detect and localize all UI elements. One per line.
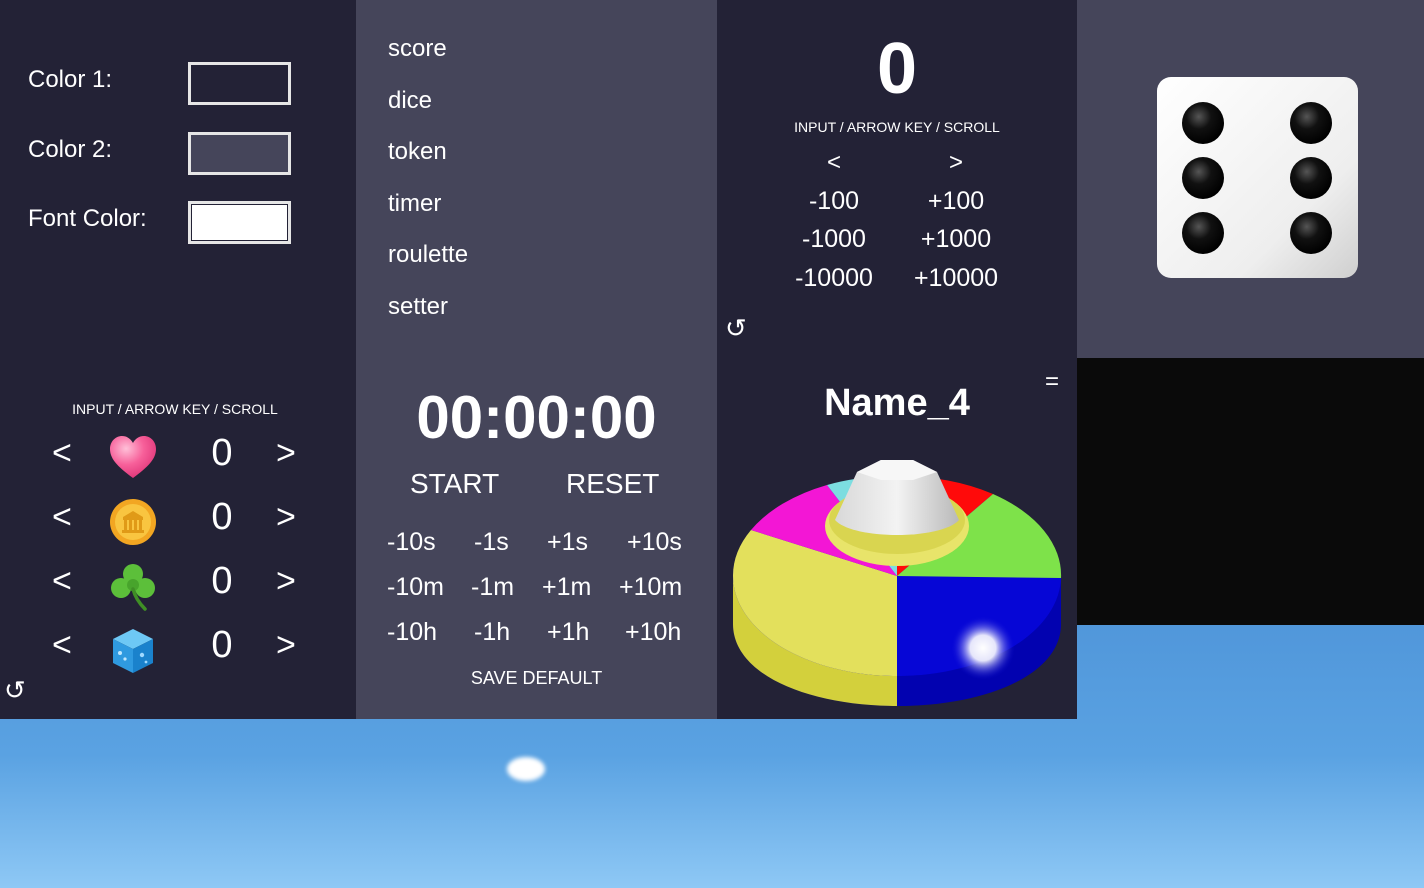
coin-icon[interactable]	[108, 497, 158, 547]
color1-label: Color 1:	[28, 66, 113, 93]
empty-black-panel	[1077, 358, 1424, 625]
cloud	[507, 757, 545, 781]
score-minus-100-button[interactable]: -100	[779, 187, 889, 216]
timer-adjust-button[interactable]: -1m	[471, 573, 514, 602]
timer-adjust-button[interactable]: +1s	[547, 528, 588, 557]
token-next-button[interactable]: >	[276, 626, 296, 665]
dice-panel	[1077, 0, 1424, 358]
roulette-panel: Name_4 =	[717, 358, 1077, 719]
token-reset-icon[interactable]: ↺	[4, 675, 26, 706]
timer-adjust-button[interactable]: +10m	[619, 573, 682, 602]
timer-start-button[interactable]: START	[410, 468, 499, 500]
timer-adjust-button[interactable]: -10s	[387, 528, 436, 557]
menu-item-roulette[interactable]: roulette	[388, 241, 468, 269]
score-panel: 0 INPUT / ARROW KEY / SCROLL < > -100 +1…	[717, 0, 1077, 358]
font-color-label: Font Color:	[28, 205, 147, 232]
token-prev-button[interactable]: <	[52, 434, 72, 473]
roulette-wheel[interactable]	[731, 454, 1063, 710]
score-plus-10000-button[interactable]: +10000	[901, 264, 1011, 293]
menu-item-timer[interactable]: timer	[388, 190, 441, 218]
timer-adjust-button[interactable]: +1m	[542, 573, 591, 602]
token-value[interactable]: 0	[205, 496, 239, 539]
token-prev-button[interactable]: <	[52, 626, 72, 665]
token-hint: INPUT / ARROW KEY / SCROLL	[72, 401, 278, 417]
token-next-button[interactable]: >	[276, 562, 296, 601]
timer-display[interactable]: 00:00:00	[356, 383, 717, 452]
timer-adjust-button[interactable]: +1h	[547, 618, 589, 647]
timer-adjust-button[interactable]: +10h	[625, 618, 681, 647]
token-next-button[interactable]: >	[276, 434, 296, 473]
timer-adjust-button[interactable]: -1h	[474, 618, 510, 647]
color-token-panel: Color 1: Color 2: Font Color: INPUT / AR…	[0, 0, 356, 719]
token-prev-button[interactable]: <	[52, 498, 72, 537]
color2-swatch[interactable]	[188, 132, 291, 175]
color1-swatch[interactable]	[188, 62, 291, 105]
menu-timer-panel: score dice token timer roulette setter 0…	[356, 0, 717, 719]
timer-adjust-button[interactable]: +10s	[627, 528, 682, 557]
token-value[interactable]: 0	[205, 560, 239, 603]
font-color-swatch[interactable]	[188, 201, 291, 244]
menu-item-token[interactable]: token	[388, 138, 447, 166]
timer-reset-button[interactable]: RESET	[566, 468, 659, 500]
token-value[interactable]: 0	[205, 624, 239, 667]
token-row: < 0 >	[0, 492, 356, 552]
score-plus-1000-button[interactable]: +1000	[901, 225, 1011, 254]
score-minus-1000-button[interactable]: -1000	[779, 225, 889, 254]
timer-adjust-button[interactable]: -10h	[387, 618, 437, 647]
score-value[interactable]: 0	[717, 28, 1077, 110]
menu-item-dice[interactable]: dice	[388, 87, 432, 115]
roulette-name[interactable]: Name_4	[717, 382, 1077, 425]
token-prev-button[interactable]: <	[52, 562, 72, 601]
token-next-button[interactable]: >	[276, 498, 296, 537]
token-row: < 0 >	[0, 428, 356, 488]
menu-item-score[interactable]: score	[388, 35, 447, 63]
score-next-button[interactable]: >	[936, 149, 976, 177]
score-reset-icon[interactable]: ↺	[725, 313, 747, 344]
timer-adjust-button[interactable]: -1s	[474, 528, 509, 557]
heart-icon[interactable]	[108, 433, 158, 483]
score-hint: INPUT / ARROW KEY / SCROLL	[794, 119, 1000, 135]
score-minus-10000-button[interactable]: -10000	[779, 264, 889, 293]
save-default-button[interactable]: SAVE DEFAULT	[356, 668, 717, 689]
dice-icon[interactable]	[1155, 75, 1360, 280]
clover-icon[interactable]	[108, 561, 158, 611]
roulette-menu-icon[interactable]: =	[1045, 368, 1059, 396]
token-value[interactable]: 0	[205, 432, 239, 475]
token-row: < 0 >	[0, 556, 356, 616]
timer-adjust-button[interactable]: -10m	[387, 573, 444, 602]
score-plus-100-button[interactable]: +100	[901, 187, 1011, 216]
score-prev-button[interactable]: <	[814, 149, 854, 177]
token-row: < 0 >	[0, 620, 356, 680]
color2-label: Color 2:	[28, 136, 113, 163]
menu-item-setter[interactable]: setter	[388, 293, 448, 321]
ice-cube-icon[interactable]	[108, 625, 158, 675]
